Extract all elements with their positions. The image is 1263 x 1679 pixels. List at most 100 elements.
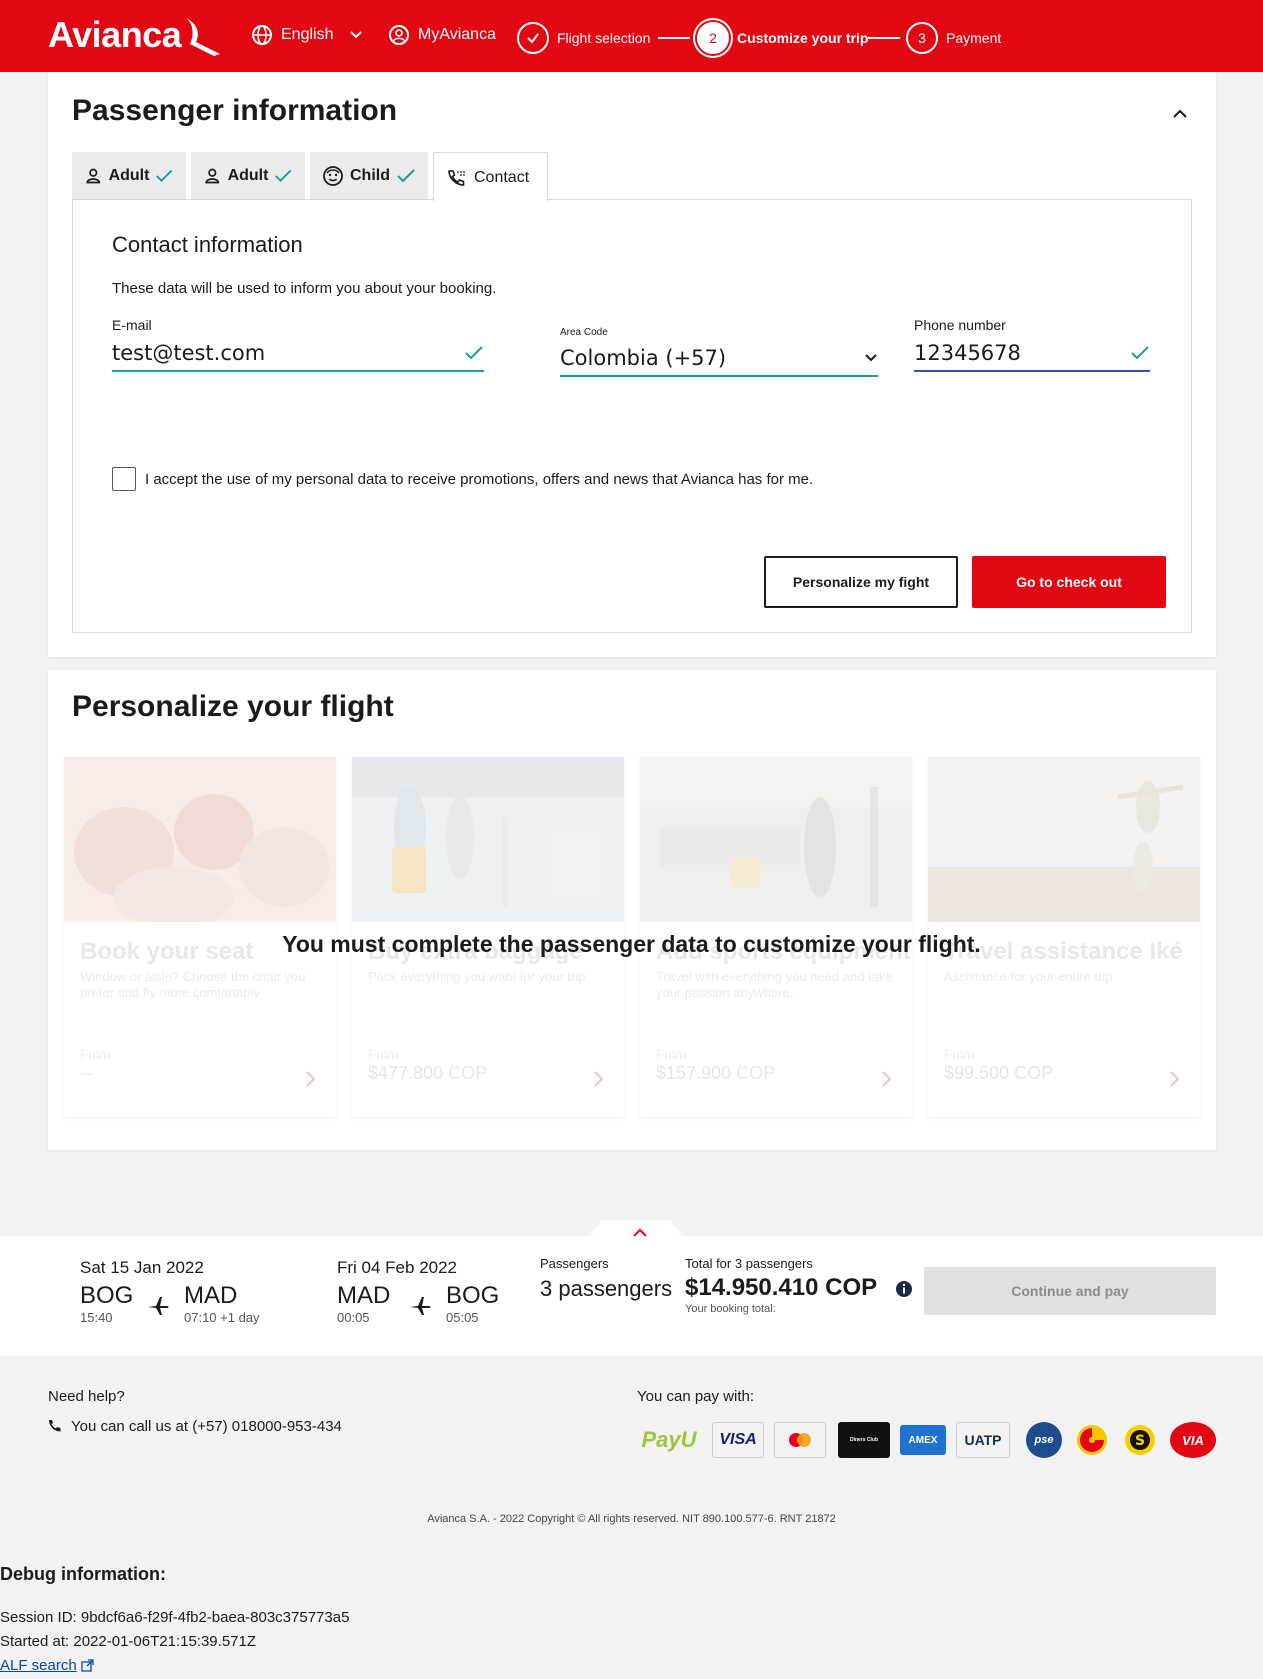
chevron-right-icon [1170,1071,1180,1087]
step-label: Customize your trip [737,30,869,46]
amex-logo: AMEX [900,1425,946,1455]
locked-overlay-message: You must complete the passenger data to … [282,931,981,957]
step-label: Payment [946,30,1002,46]
myavianca-link[interactable]: MyAvianca [388,24,496,46]
service-description: Assistance for your entire trip [944,969,1113,984]
total-label: Total for 3 passengers [685,1256,813,1271]
section-title: Passenger information [72,94,398,127]
contact-description: These data will be used to inform you ab… [112,280,497,297]
debug-title: Debug information: [0,1564,166,1584]
area-code-value: Colombia (+57) [560,346,727,370]
seat-photo [64,757,336,922]
avianca-logo[interactable]: Avianca [48,14,182,56]
step-payment: 3 Payment [906,22,1001,54]
return-arrival-time: 05:05 [446,1310,479,1325]
globe-icon [252,25,272,45]
area-code-select[interactable]: Colombia (+57) [560,341,878,377]
payment-methods-title: You can pay with: [637,1388,755,1405]
check-icon [156,169,173,182]
sports-equipment-photo [640,757,912,922]
check-icon [275,169,292,182]
step-connector [868,37,900,39]
return-origin: MAD [337,1282,391,1309]
step-customize-trip: 2 Customize your trip [697,22,868,54]
consent-checkbox[interactable] [112,467,136,491]
info-icon[interactable] [895,1280,913,1298]
check-icon [1131,346,1149,360]
avianca-bird-logo [186,18,220,56]
chevron-down-icon [350,31,363,39]
from-label: From [80,1047,111,1062]
chevron-right-icon [306,1071,316,1087]
external-link-icon [81,1659,94,1672]
check-icon [465,346,483,360]
service-price: -- [80,1063,92,1083]
from-label: From [944,1047,975,1062]
uatp-logo: UATP [956,1422,1010,1458]
child-face-icon [323,166,343,186]
service-price: $99.500 COP [944,1063,1054,1083]
alf-search-link[interactable]: ALF search [0,1657,94,1674]
help-phone-text[interactable]: You can call us at (+57) 018000-953-434 [71,1418,342,1435]
email-label: E-mail [112,317,152,333]
email-field[interactable]: test@test.com [112,336,484,372]
tab-label: Adult [227,167,269,184]
top-nav-bar: Avianca English MyAvianca Flight selecti… [0,0,1263,72]
svg-text:S: S [1135,1433,1145,1449]
myavianca-label: MyAvianca [418,26,496,43]
baggage-photo [352,757,624,922]
tab-label: Contact [474,168,530,186]
language-label: English [281,26,334,43]
travel-assistance-photo [928,757,1200,922]
tab-child[interactable]: Child [310,152,428,200]
area-code-label: Area Code [560,327,608,338]
total-price: $14.950.410 COP [685,1274,878,1301]
step-flight-selection[interactable]: Flight selection [517,22,650,54]
continue-and-pay-button[interactable]: Continue and pay [924,1267,1216,1315]
chevron-up-icon[interactable] [1170,104,1190,124]
outbound-origin: BOG [80,1282,134,1309]
passengers-count: 3 passengers [540,1276,673,1301]
total-sublabel: Your booking total: [685,1303,776,1315]
phone-number-field[interactable]: 12345678 [914,336,1150,372]
outbound-destination: MAD [184,1282,238,1309]
phone-label: Phone number [914,317,1006,333]
mastercard-logo [774,1422,826,1458]
tab-contact[interactable]: Contact [433,152,548,202]
return-date: Fri 04 Feb 2022 [337,1258,458,1277]
personalize-flight-button[interactable]: Personalize my fight [764,556,958,608]
outbound-date: Sat 15 Jan 2022 [80,1258,204,1277]
servientrega-logo: S [1122,1422,1158,1458]
person-icon [205,168,220,184]
chevron-right-icon [882,1071,892,1087]
help-title: Need help? [48,1388,125,1405]
email-value: test@test.com [112,341,266,365]
consent-label: I accept the use of my personal data to … [145,471,814,488]
return-destination: BOG [446,1282,500,1309]
via-logo: VIA [1170,1422,1216,1458]
phone-icon [448,169,465,186]
service-price: $477.800 COP [368,1063,488,1083]
step-number: 2 [697,22,729,54]
debug-started-at: Started at: 2022-01-06T21:15:39.571Z [0,1633,257,1650]
step-connector [658,37,690,39]
tab-adult-2[interactable]: Adult [191,152,305,200]
contact-heading: Contact information [112,232,303,257]
service-description: Pack everything you want for your trip. [368,969,590,984]
chevron-right-icon [594,1071,604,1087]
airplane-icon [410,1297,431,1315]
language-selector[interactable]: English [251,24,363,46]
pse-logo: pse [1026,1422,1062,1458]
check-icon [517,22,549,54]
service-description: Travel with everything you need and take… [656,969,893,1000]
person-icon [86,168,101,184]
tab-label: Child [350,167,390,184]
section-title: Personalize your flight [72,690,394,723]
copyright-text: Avianca S.A. - 2022 Copyright © All righ… [427,1513,836,1525]
chevron-up-icon[interactable] [632,1226,648,1238]
tab-adult-1[interactable]: Adult [72,152,186,200]
airplane-icon [148,1297,169,1315]
step-number: 3 [906,22,938,54]
go-to-checkout-button[interactable]: Go to check out [972,556,1166,608]
tab-label: Adult [108,167,150,184]
